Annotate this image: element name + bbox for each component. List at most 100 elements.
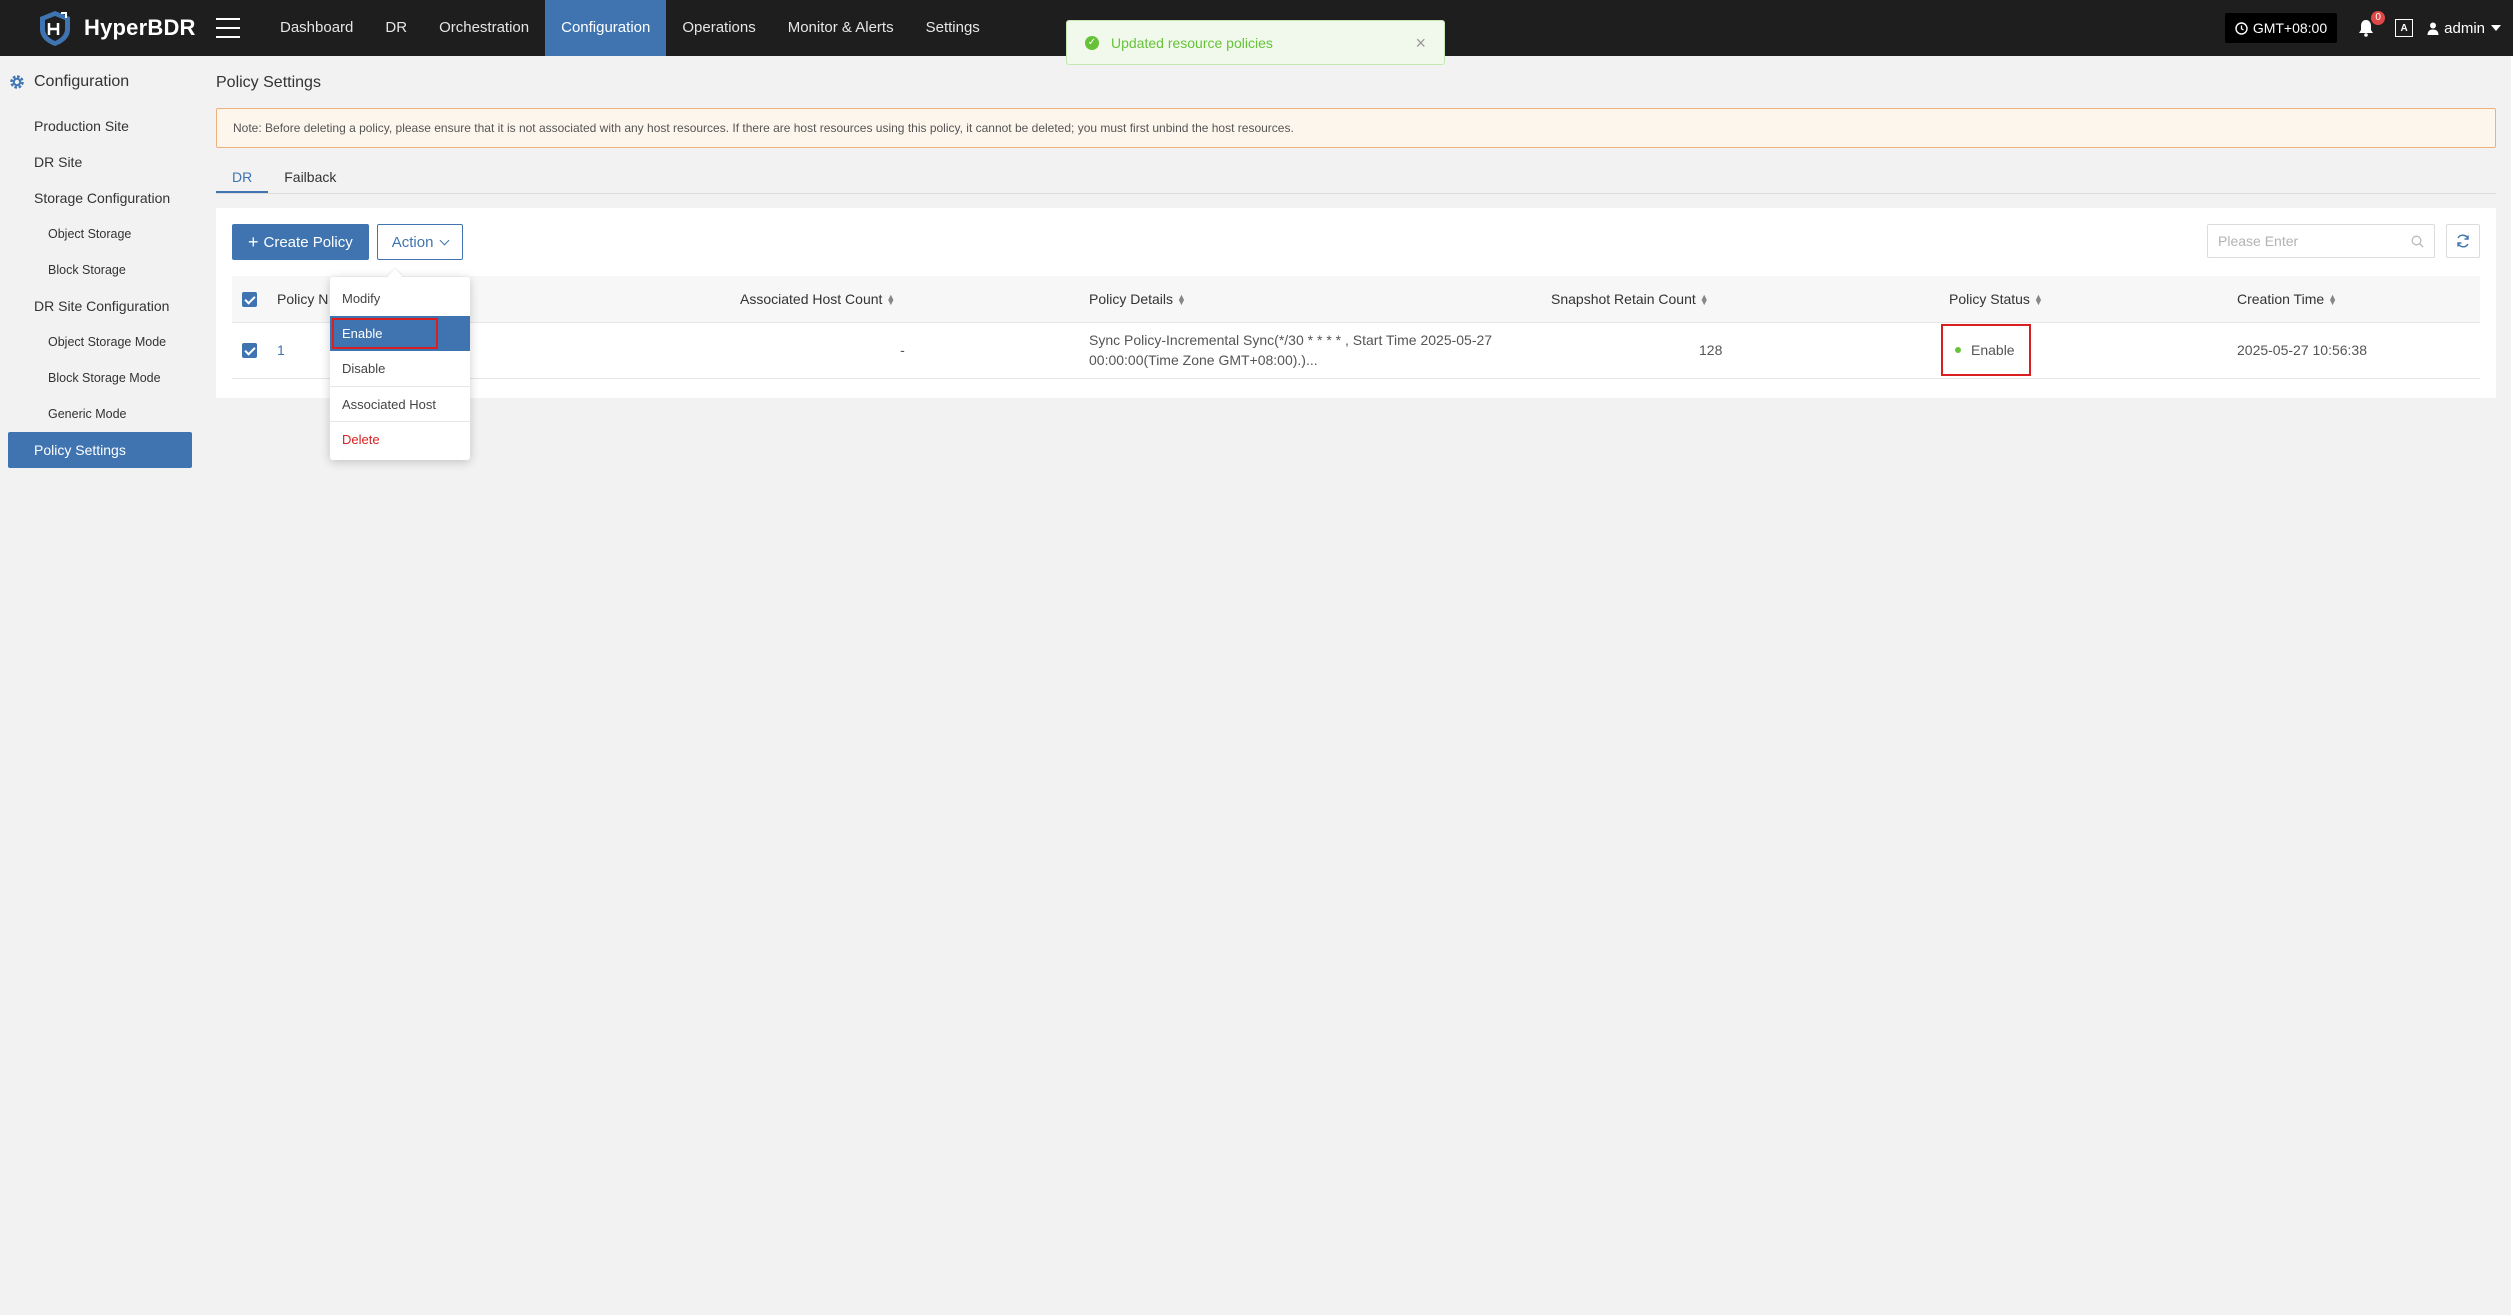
col-snapshot-retain-count[interactable]: Snapshot Retain Count ▲ ▼ <box>1539 276 1937 323</box>
sidebar-header[interactable]: Configuration <box>0 56 200 108</box>
notification-count-badge: 0 <box>2371 11 2386 25</box>
user-icon <box>2427 22 2439 35</box>
close-icon[interactable]: × <box>1415 34 1426 52</box>
tab-bar: DR Failback <box>216 164 2496 194</box>
policy-table: Policy N Associated Host Count ▲ ▼ Policy … <box>232 276 2480 379</box>
refresh-icon <box>2457 234 2469 248</box>
sort-icon: ▲ ▼ <box>1699 292 1709 308</box>
col-policy-name-label: Policy N <box>277 290 329 307</box>
associated-host-count-value: - <box>900 342 905 358</box>
chevron-down-icon <box>439 235 450 245</box>
menu-item-disable[interactable]: Disable <box>330 351 470 386</box>
nav-dr[interactable]: DR <box>369 0 423 56</box>
menu-item-associated-host[interactable]: Associated Host <box>330 386 470 421</box>
table-header-row: Policy N Associated Host Count ▲ ▼ Policy … <box>232 276 2480 323</box>
plus-icon: + <box>248 231 259 252</box>
enable-highlight-box <box>332 318 438 349</box>
sidebar-item-production-site[interactable]: Production Site <box>0 108 200 144</box>
sidebar-item-storage-configuration[interactable]: Storage Configuration <box>0 180 200 216</box>
policy-name-link[interactable]: 1 <box>277 342 285 358</box>
language-icon[interactable]: A <box>2395 19 2414 37</box>
search-box <box>2207 224 2435 258</box>
associated-host-count-cell: - <box>728 322 1077 379</box>
main-nav: Dashboard DR Orchestration Configuration… <box>264 0 996 56</box>
action-dropdown-button[interactable]: Action <box>376 224 464 260</box>
username: admin <box>2444 19 2485 37</box>
tab-failback[interactable]: Failback <box>268 164 352 193</box>
clock-icon <box>2235 21 2248 35</box>
policy-details-line1: Sync Policy-Incremental Sync(*/30 * * * … <box>1089 332 1493 348</box>
toolbar: + Create Policy Action <box>232 224 2480 260</box>
nav-operations[interactable]: Operations <box>666 0 771 56</box>
snapshot-retain-count-value: 128 <box>1699 342 1723 358</box>
toast-message: Updated resource policies <box>1111 34 1273 51</box>
sidebar-item-dr-site-configuration[interactable]: DR Site Configuration <box>0 288 200 324</box>
create-policy-label: Create Policy <box>263 233 353 251</box>
col-associated-host-count[interactable]: Associated Host Count ▲ ▼ <box>728 276 1077 323</box>
col-associated-host-count-label: Associated Host Count <box>740 290 883 307</box>
policy-panel: + Create Policy Action Please Enter Poli… <box>216 208 2496 398</box>
nav-dashboard[interactable]: Dashboard <box>264 0 369 56</box>
policy-details-value: Sync Policy-Incremental Sync(*/30 * * * … <box>1089 330 1539 370</box>
sidebar-item-block-storage[interactable]: Block Storage <box>0 252 200 288</box>
creation-time-value: 2025-05-27 10:56:38 <box>2237 342 2367 358</box>
policy-status-cell: Enable <box>1937 322 2225 379</box>
col-policy-details-label: Policy Details <box>1089 290 1174 307</box>
col-policy-status-label: Policy Status <box>1949 290 2030 307</box>
header-tools: GMT+08:00 0 A admin <box>2224 11 2501 44</box>
sidebar-item-dr-site[interactable]: DR Site <box>0 144 200 180</box>
check-circle-icon: ✓ <box>1085 35 1099 50</box>
logo[interactable]: HyperBDR <box>36 9 216 47</box>
search-icon[interactable] <box>2411 235 2424 248</box>
sort-icon: ▲ ▼ <box>2328 292 2338 308</box>
user-menu[interactable]: admin <box>2427 20 2501 37</box>
action-label: Action <box>391 233 434 251</box>
hyperbdr-logo-icon <box>40 11 70 46</box>
col-creation-time-label: Creation Time <box>2237 290 2325 307</box>
menu-item-enable[interactable]: Enable <box>330 316 470 351</box>
row-checkbox[interactable] <box>242 343 257 359</box>
sidebar-item-object-storage-mode[interactable]: Object Storage Mode <box>0 324 200 360</box>
create-policy-button[interactable]: + Create Policy <box>232 224 369 260</box>
app-name: HyperBDR <box>84 15 196 40</box>
menu-item-delete[interactable]: Delete <box>330 421 470 456</box>
refresh-button[interactable] <box>2446 224 2480 258</box>
tab-dr[interactable]: DR <box>216 164 269 193</box>
sidebar: Configuration Production Site DR Site St… <box>0 56 200 1315</box>
creation-time-cell: 2025-05-27 10:56:38 <box>2225 322 2480 379</box>
sort-icon: ▲ ▼ <box>2033 292 2043 308</box>
nav-configuration[interactable]: Configuration <box>545 0 667 56</box>
policy-status-value: Enable <box>1971 342 2015 358</box>
policy-status-highlight: Enable <box>1941 324 2031 376</box>
timezone-label: GMT+08:00 <box>2252 20 2328 36</box>
select-all-checkbox[interactable] <box>242 292 257 307</box>
caret-down-icon <box>2491 25 2501 31</box>
nav-settings[interactable]: Settings <box>910 0 996 56</box>
menu-toggle-icon[interactable] <box>216 18 240 38</box>
nav-orchestration[interactable]: Orchestration <box>423 0 545 56</box>
sidebar-item-object-storage[interactable]: Object Storage <box>0 216 200 252</box>
policy-details-cell: Sync Policy-Incremental Sync(*/30 * * * … <box>1077 322 1539 379</box>
search-input[interactable] <box>2218 233 2411 249</box>
select-all-cell <box>232 276 265 323</box>
sidebar-item-generic-mode[interactable]: Generic Mode <box>0 396 200 432</box>
status-dot <box>1955 347 1961 353</box>
menu-item-modify[interactable]: Modify <box>330 281 470 316</box>
table-row[interactable]: 1 - Sync Policy-Incremental Sync(*/30 * … <box>232 322 2480 379</box>
policy-details-line2: 00:00:00(Time Zone GMT+08:00).)... <box>1089 352 1318 368</box>
col-policy-details[interactable]: Policy Details ▲ ▼ <box>1077 276 1539 323</box>
col-creation-time[interactable]: Creation Time ▲ ▼ <box>2225 276 2480 323</box>
page-title: Policy Settings <box>216 74 321 91</box>
col-snapshot-retain-count-label: Snapshot Retain Count <box>1551 290 1696 307</box>
sidebar-item-block-storage-mode[interactable]: Block Storage Mode <box>0 360 200 396</box>
col-policy-status[interactable]: Policy Status ▲ ▼ <box>1937 276 2225 323</box>
sidebar-title: Configuration <box>34 73 130 90</box>
timezone-badge[interactable]: GMT+08:00 <box>2224 13 2338 43</box>
nav-monitor-alerts[interactable]: Monitor & Alerts <box>772 0 910 56</box>
sort-icon: ▲ ▼ <box>886 292 896 308</box>
notifications-button[interactable]: 0 <box>2355 11 2386 39</box>
gear-icon <box>10 75 24 89</box>
sidebar-item-policy-settings[interactable]: Policy Settings <box>8 432 192 468</box>
row-select-cell <box>232 322 265 379</box>
warning-notice: Note: Before deleting a policy, please e… <box>216 108 2496 148</box>
